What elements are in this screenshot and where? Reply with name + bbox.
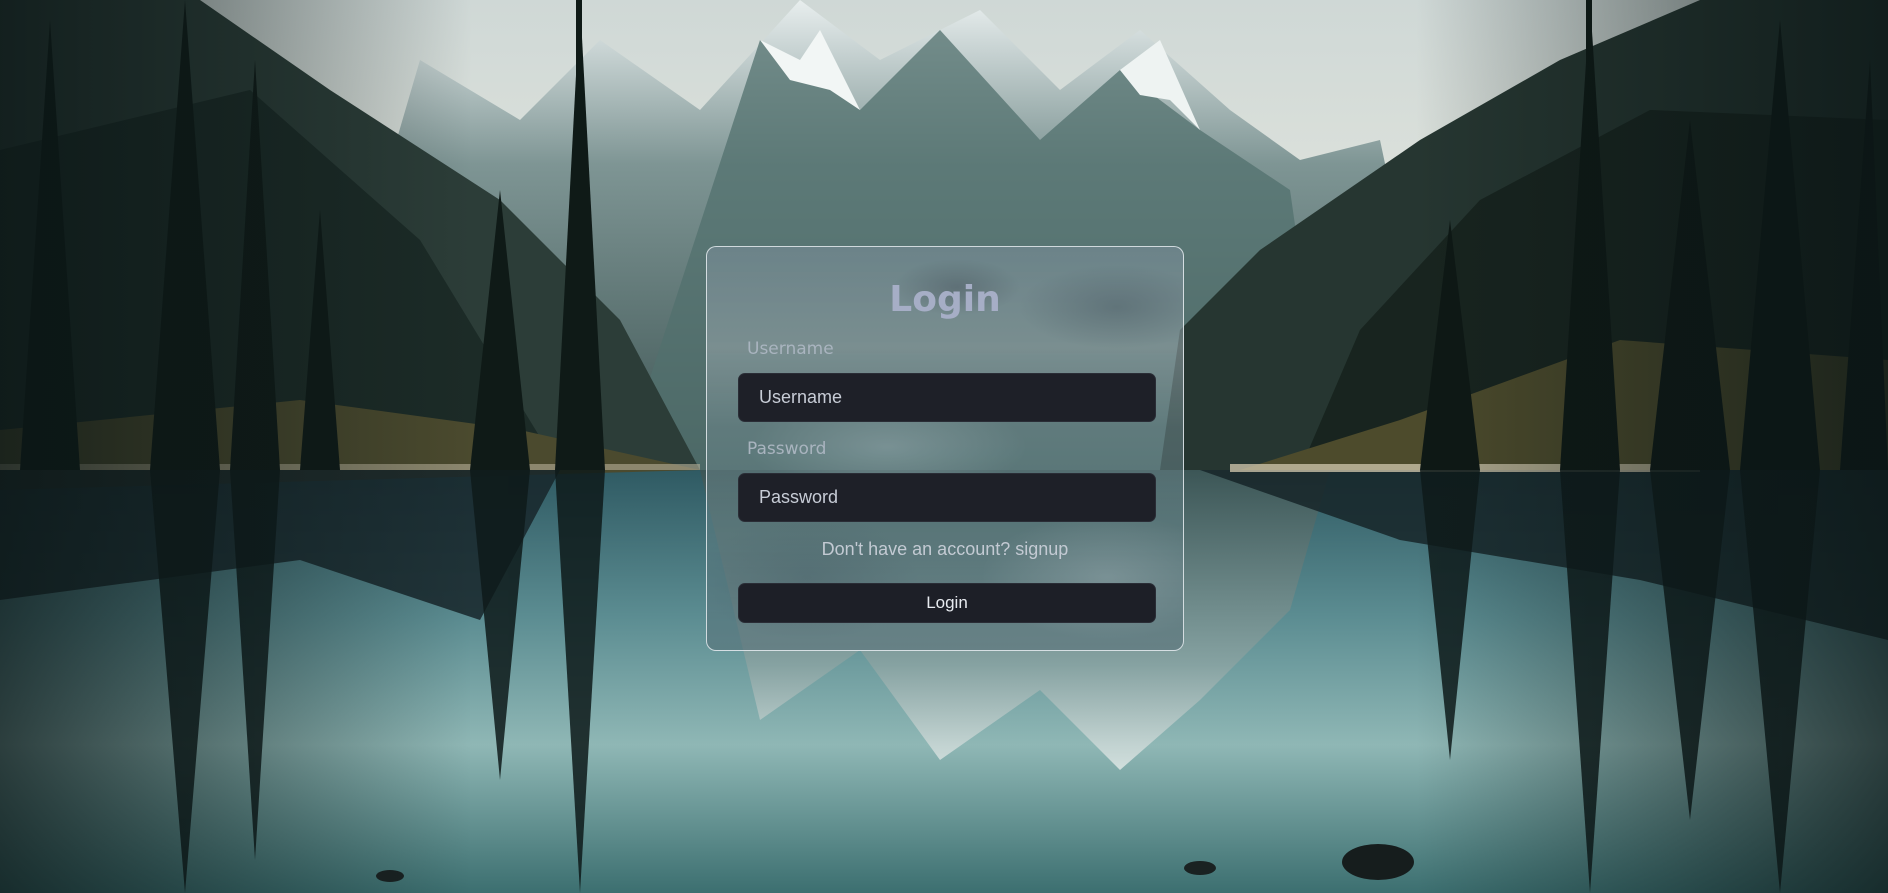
signup-prompt-text: Don't have an account? — [821, 539, 1011, 559]
signup-link[interactable]: signup — [1015, 539, 1068, 559]
username-label: Username — [747, 339, 834, 359]
username-input[interactable] — [738, 373, 1156, 422]
login-title: Login — [889, 279, 1001, 320]
login-button[interactable]: Login — [738, 583, 1156, 623]
password-label: Password — [747, 439, 827, 459]
login-card: Login Username Password Don't have an ac… — [706, 246, 1184, 651]
password-input[interactable] — [738, 473, 1156, 522]
signup-prompt-row: Don't have an account? signup — [707, 539, 1183, 560]
